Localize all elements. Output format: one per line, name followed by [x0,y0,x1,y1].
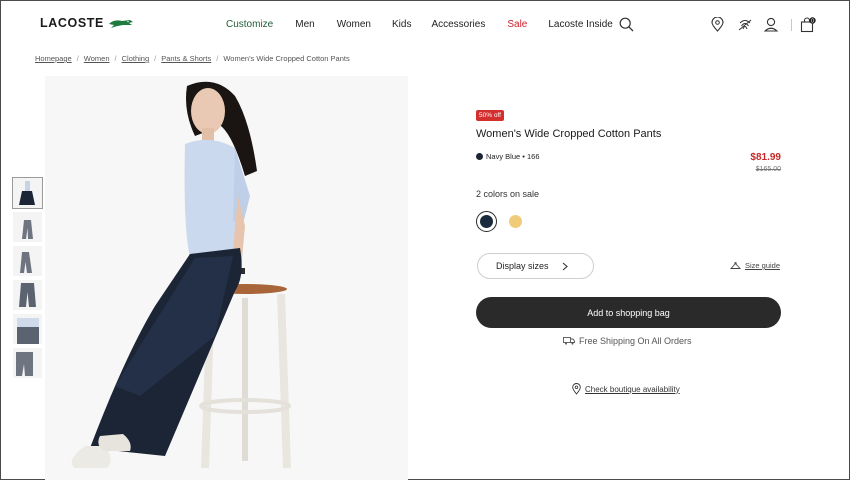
lacoste-logo[interactable]: LACOSTE [40,16,134,30]
breadcrumb-current: Women's Wide Cropped Cotton Pants [223,54,350,63]
colors-label: 2 colors on sale [476,189,540,199]
breadcrumb-homepage[interactable]: Homepage [35,54,72,63]
truck-icon [563,337,575,345]
nav-lacoste-inside[interactable]: Lacoste Inside [548,19,613,30]
cart-count: 0 [811,18,814,24]
swatch-navy-fill [480,215,493,228]
breadcrumb-clothing[interactable]: Clothing [122,54,150,63]
thumbnail-1[interactable] [12,177,43,209]
thumbnail-3[interactable] [13,246,42,276]
account-icon[interactable] [764,17,778,32]
thumbnail-2-image [13,212,42,242]
free-shipping: Free Shipping On All Orders [563,336,692,346]
nav-women[interactable]: Women [337,19,371,30]
free-shipping-label: Free Shipping On All Orders [579,336,692,346]
display-sizes-label: Display sizes [496,261,549,271]
breadcrumb-pants-shorts[interactable]: Pants & Shorts [161,54,211,63]
thumbnail-strip [12,177,43,382]
nav-men[interactable]: Men [295,19,314,30]
location-pin-icon [572,383,581,395]
swatch-yellow[interactable] [505,211,526,232]
color-dot-icon [476,153,483,160]
thumbnail-6-image [13,348,42,378]
crocodile-icon [108,20,133,28]
original-price: $165.00 [755,166,781,173]
selected-color: Navy Blue • 166 [476,152,540,161]
header-divider [791,19,792,31]
sale-price: $81.99 [750,152,781,163]
swatch-navy[interactable] [476,211,497,232]
nav-sale[interactable]: Sale [507,19,527,30]
thumbnail-5[interactable] [13,314,42,344]
main-nav: Customize Men Women Kids Accessories Sal… [226,19,613,30]
display-sizes-button[interactable]: Display sizes [477,253,594,279]
add-to-bag-button[interactable]: Add to shopping bag [476,297,781,328]
brand-name: LACOSTE [40,16,104,30]
color-name: Navy Blue • 166 [486,152,540,161]
boutique-label: Check boutique availability [585,384,680,394]
boutique-availability-link[interactable]: Check boutique availability [572,383,680,395]
thumbnail-6[interactable] [13,348,42,378]
thumbnail-4[interactable] [13,280,42,310]
thumbnail-3-image [13,246,42,276]
size-guide-label: Size guide [744,261,780,270]
nav-kids[interactable]: Kids [392,19,411,30]
thumbnail-1-image [13,178,42,208]
nav-customize[interactable]: Customize [226,19,273,30]
size-guide-link[interactable]: Size guide [729,261,780,270]
thumbnail-5-image [13,314,42,344]
nav-accessories[interactable]: Accessories [431,19,485,30]
swatch-yellow-fill [509,215,522,228]
store-locator-icon[interactable] [711,17,724,32]
thumbnail-2[interactable] [13,212,42,242]
shopping-bag-icon[interactable]: 0 [800,17,816,33]
hanger-icon [729,261,741,269]
search-icon[interactable] [619,17,634,32]
breadcrumb-women[interactable]: Women [84,54,110,63]
model-photo [45,76,408,480]
discount-badge: 50% off [476,110,504,121]
fingerprint-icon[interactable] [737,17,753,32]
thumbnail-4-image [13,280,42,310]
chevron-right-icon [562,262,568,270]
product-title: Women's Wide Cropped Cotton Pants [476,128,662,140]
product-main-image[interactable] [45,76,408,480]
breadcrumb: Homepage / Women / Clothing / Pants & Shorts / W… [35,54,350,63]
